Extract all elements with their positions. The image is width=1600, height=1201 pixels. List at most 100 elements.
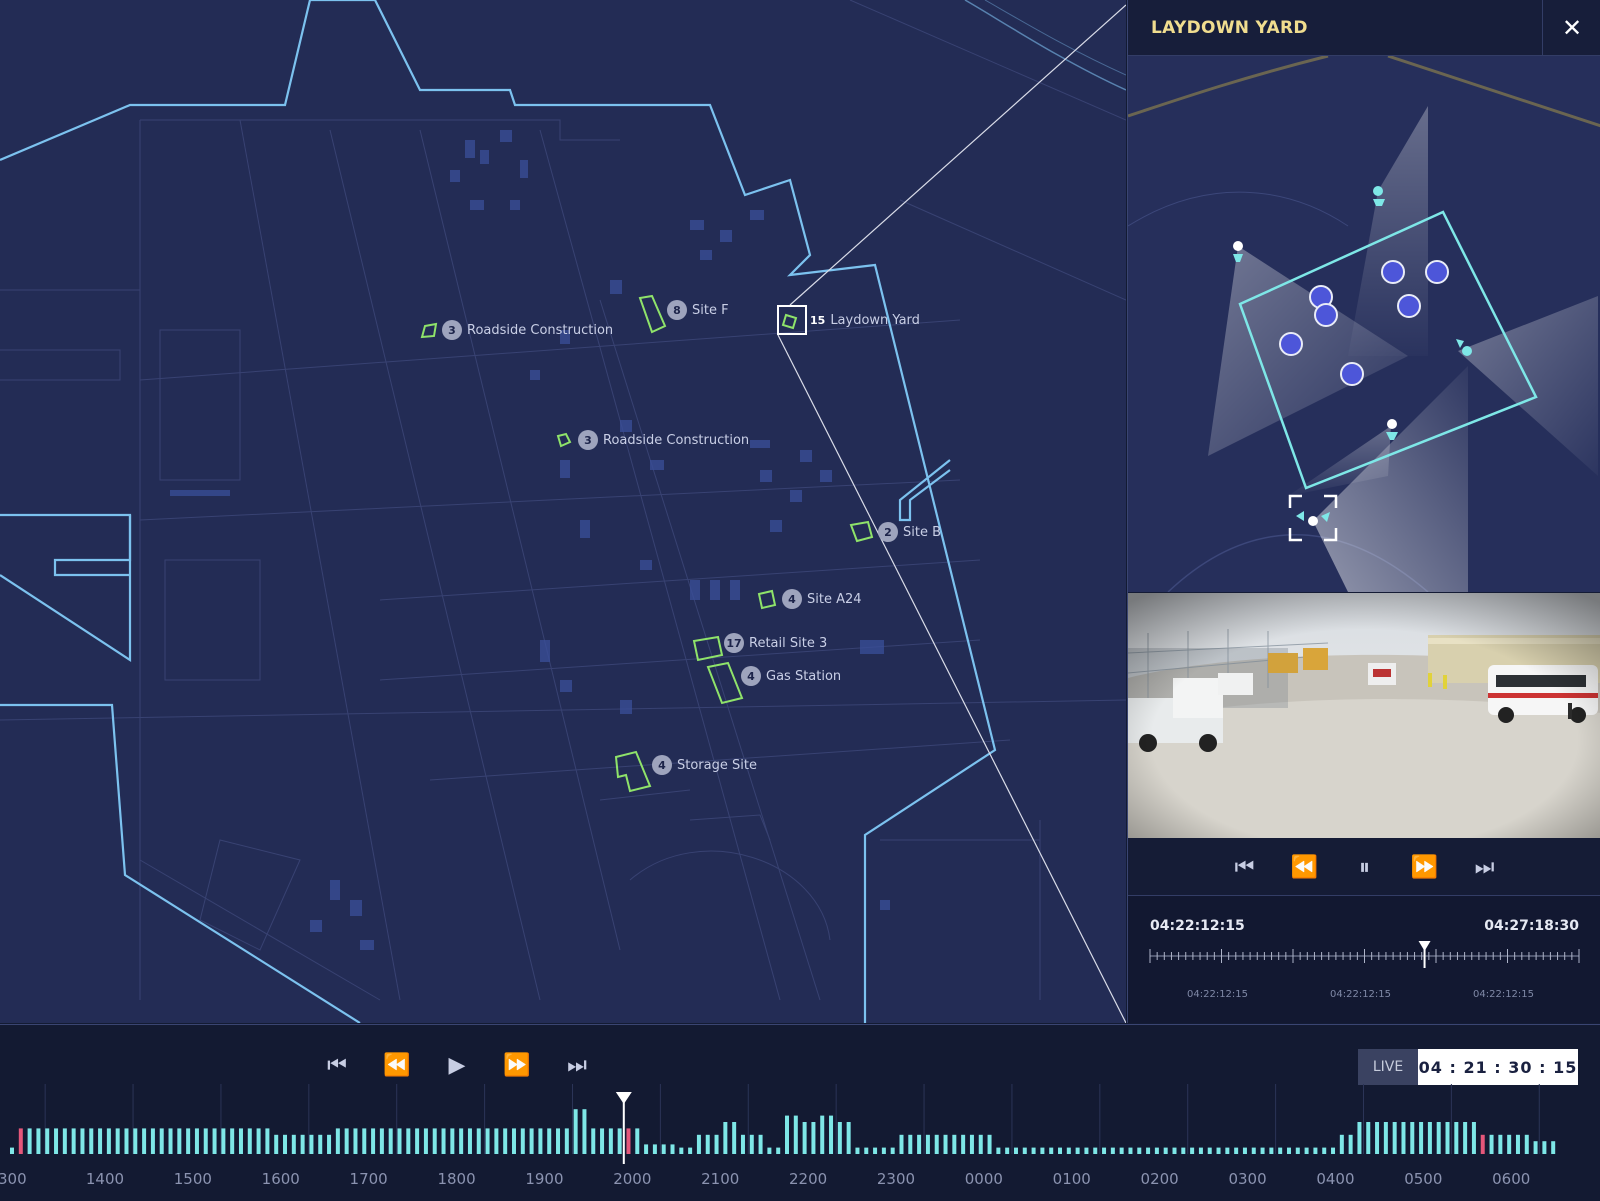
activity-bar: [1463, 1122, 1468, 1154]
activity-bar: [238, 1128, 243, 1154]
activity-bar: [1225, 1147, 1230, 1154]
activity-bar: [1339, 1134, 1344, 1154]
activity-bar: [1075, 1147, 1080, 1154]
site-name: Retail Site 3: [749, 635, 828, 651]
activity-bar: [520, 1128, 525, 1154]
activity-bar: [969, 1134, 974, 1154]
activity-bar: [335, 1128, 340, 1154]
site-label[interactable]: 4 Gas Station: [741, 666, 841, 686]
activity-bar: [934, 1134, 939, 1154]
activity-bar: [36, 1128, 41, 1154]
activity-bar: [1410, 1122, 1415, 1154]
close-button[interactable]: ✕: [1542, 0, 1600, 55]
activity-bar: [265, 1128, 270, 1154]
camera-feed-video[interactable]: [1128, 593, 1600, 838]
site-detail-panel: LAYDOWN YARD ✕ ⏮ ⏪ ⏸ ⏩ ⏭ 04:22:12:15 04:…: [1127, 0, 1600, 1023]
activity-bar: [1172, 1147, 1177, 1154]
activity-bar: [379, 1128, 384, 1154]
hour-label: 0300: [1228, 1170, 1267, 1188]
activity-bar: [961, 1134, 966, 1154]
activity-bar: [1154, 1147, 1159, 1154]
activity-bar: [1366, 1122, 1371, 1154]
activity-bar: [1348, 1134, 1353, 1154]
pause-icon[interactable]: ⏸: [1350, 855, 1380, 880]
activity-bar: [371, 1128, 376, 1154]
site-label[interactable]: 4 Storage Site: [652, 755, 757, 775]
site-count-badge: 15: [810, 313, 826, 327]
activity-bar: [925, 1134, 930, 1154]
activity-bar: [881, 1147, 886, 1154]
mini-map-canvas: [1128, 56, 1600, 592]
activity-bar: [1040, 1147, 1045, 1154]
activity-bar: [186, 1128, 191, 1154]
activity-bar: [908, 1134, 913, 1154]
activity-bar: [142, 1128, 147, 1154]
site-name: Laydown Yard: [830, 312, 920, 328]
activity-bar: [785, 1115, 789, 1154]
activity-bar: [890, 1147, 895, 1154]
activity-bar: [1146, 1147, 1151, 1154]
skip-to-start-icon[interactable]: ⏮: [1230, 855, 1260, 880]
hour-label: 1800: [437, 1170, 476, 1188]
activity-bar: [291, 1134, 296, 1154]
activity-bar: [1013, 1147, 1018, 1154]
activity-bar: [837, 1122, 842, 1154]
site-count-badge: 4: [652, 755, 672, 775]
site-map[interactable]: 3 Roadside Construction 8 Site F 15 Laydown…: [0, 0, 1126, 1023]
activity-bar: [749, 1134, 754, 1154]
activity-bar: [256, 1128, 261, 1154]
activity-bar: [1357, 1122, 1362, 1154]
activity-bar: [996, 1147, 1001, 1154]
activity-bar: [397, 1128, 402, 1154]
site-label[interactable]: 3 Roadside Construction: [578, 430, 749, 450]
rewind-icon[interactable]: ⏪: [1290, 855, 1320, 880]
panel-title: LAYDOWN YARD: [1151, 18, 1308, 38]
activity-bar: [406, 1128, 411, 1154]
activity-bar-alert: [626, 1128, 631, 1154]
activity-bar: [1216, 1147, 1221, 1154]
activity-bar: [450, 1128, 455, 1154]
activity-bar: [767, 1147, 772, 1154]
hour-label: 1500: [173, 1170, 212, 1188]
site-label[interactable]: 17 Retail Site 3: [724, 633, 827, 653]
activity-bar: [54, 1128, 59, 1154]
activity-bar: [714, 1134, 719, 1154]
activity-bar: [124, 1128, 129, 1154]
activity-bar: [652, 1144, 657, 1154]
activity-bar: [1049, 1147, 1054, 1154]
activity-bar: [1445, 1122, 1450, 1154]
activity-bar: [591, 1128, 596, 1154]
activity-bar: [459, 1128, 464, 1154]
activity-bar: [1524, 1134, 1529, 1154]
activity-bar: [696, 1134, 701, 1154]
activity-bar: [1242, 1147, 1247, 1154]
activity-bar: [1058, 1147, 1063, 1154]
site-label-selected[interactable]: 15 Laydown Yard: [810, 310, 920, 330]
site-label[interactable]: 8 Site F: [667, 300, 729, 320]
activity-bar: [1031, 1147, 1036, 1154]
activity-bar: [644, 1144, 649, 1154]
activity-bar: [1498, 1134, 1503, 1154]
site-mini-map[interactable]: [1128, 56, 1600, 592]
activity-bar: [106, 1128, 111, 1154]
site-label[interactable]: 2 Site B: [878, 522, 941, 542]
clip-timeline[interactable]: 04:22:12:15 04:27:18:30 04:22:12:15 04:2…: [1128, 896, 1600, 1023]
activity-bar: [661, 1144, 666, 1154]
activity-bar: [203, 1128, 208, 1154]
activity-bar: [415, 1128, 420, 1154]
site-label[interactable]: 4 Site A24: [782, 589, 862, 609]
site-label[interactable]: 3 Roadside Construction: [442, 320, 613, 340]
activity-bar: [221, 1128, 226, 1154]
skip-to-end-icon[interactable]: ⏭: [1470, 855, 1500, 880]
activity-bar: [274, 1134, 279, 1154]
activity-bar: [1383, 1122, 1388, 1154]
site-count-badge: 2: [878, 522, 898, 542]
fast-forward-icon[interactable]: ⏩: [1410, 855, 1440, 880]
activity-bar: [1454, 1122, 1459, 1154]
clip-ruler: [1149, 941, 1580, 968]
map-canvas: [0, 0, 1126, 1023]
activity-bar: [1163, 1147, 1168, 1154]
hour-label: 0100: [1052, 1170, 1091, 1188]
activity-bar: [1207, 1147, 1212, 1154]
activity-bar: [1533, 1141, 1538, 1154]
